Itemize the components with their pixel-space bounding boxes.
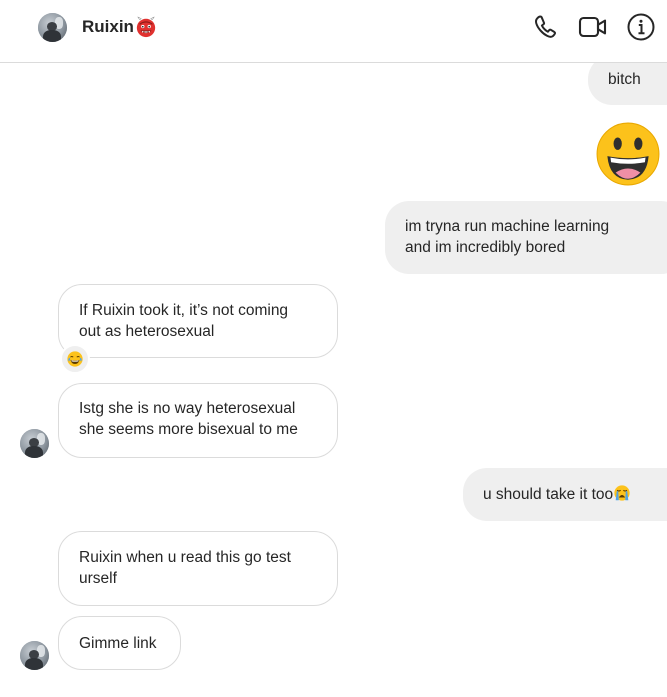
contact-name-area[interactable]: Ruixin [82, 14, 157, 40]
info-icon[interactable] [626, 12, 656, 42]
message-text: out as heterosexual [79, 323, 215, 340]
contact-avatar[interactable] [38, 13, 67, 42]
message-thread[interactable]: bitch im tryna run machine learning and … [0, 63, 667, 697]
grinning-face-emoji-icon[interactable] [595, 121, 661, 187]
loudly-crying-face-emoji-icon [614, 485, 630, 501]
message-text: Gimme link [79, 635, 157, 652]
ogre-emoji-icon [136, 16, 156, 38]
message-text: urself [79, 570, 117, 587]
incoming-message[interactable]: Ruixin when u read this go test urself [58, 531, 338, 606]
message-text: and im incredibly bored [405, 239, 566, 256]
sender-avatar[interactable] [20, 641, 49, 670]
message-text: Ruixin when u read this go test [79, 549, 291, 566]
outgoing-message[interactable]: im tryna run machine learning and im inc… [385, 201, 667, 274]
message-reaction[interactable] [60, 344, 90, 374]
message-text: im tryna run machine learning [405, 218, 610, 235]
message-text: she seems more bisexual to me [79, 421, 298, 438]
tears-of-joy-emoji-icon [67, 351, 83, 367]
conversation-header: Ruixin [0, 0, 667, 63]
sender-avatar[interactable] [20, 429, 49, 458]
message-text: u should take it too [483, 484, 667, 505]
incoming-message[interactable]: If Ruixin took it, it’s not coming out a… [58, 284, 338, 358]
contact-name[interactable]: Ruixin [82, 17, 134, 37]
incoming-message[interactable]: Istg she is no way heterosexual she seem… [58, 383, 338, 458]
phone-icon[interactable] [531, 12, 561, 42]
outgoing-message[interactable]: u should take it too [463, 468, 667, 521]
message-text: Istg she is no way heterosexual [79, 400, 296, 417]
message-text: If Ruixin took it, it’s not coming [79, 302, 289, 319]
incoming-message[interactable]: Gimme link [58, 616, 181, 670]
outgoing-message[interactable]: bitch [588, 63, 667, 105]
video-camera-icon[interactable] [578, 12, 608, 42]
message-text: bitch [608, 71, 641, 88]
